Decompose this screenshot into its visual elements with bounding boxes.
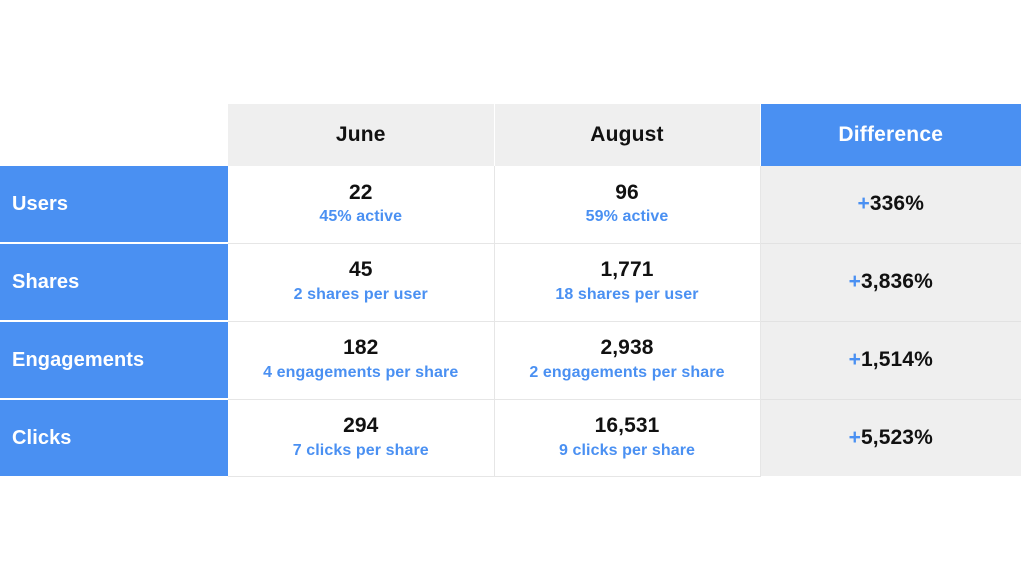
row-header-engagements: Engagements <box>0 321 228 400</box>
metric-subtext: 59% active <box>585 208 669 226</box>
metric-subtext: 45% active <box>319 208 403 226</box>
difference-number: 3,836% <box>861 270 933 293</box>
metric-value: 294 <box>343 413 379 437</box>
column-header-june: June <box>228 104 495 166</box>
metric-value: 45 <box>348 258 373 282</box>
column-header-difference: Difference <box>760 104 1021 166</box>
table-row: Users 22 45% active 96 59% active +336% <box>0 166 1021 244</box>
difference-value: +5,523% <box>849 426 933 449</box>
row-header-shares: Shares <box>0 243 228 322</box>
row-header-users: Users <box>0 166 228 244</box>
cell-users-august: 96 59% active <box>494 166 761 244</box>
difference-sign: + <box>848 270 862 293</box>
table-header-row: June August Difference <box>0 104 1021 166</box>
difference-sign: + <box>857 192 870 216</box>
metric-subtext: 2 engagements per share <box>529 364 725 382</box>
cell-clicks-difference: +5,523% <box>760 399 1021 476</box>
metric-value: 22 <box>348 180 373 204</box>
table-corner-cell <box>0 104 228 166</box>
difference-sign: + <box>848 348 862 371</box>
metric-subtext: 7 clicks per share <box>292 441 429 459</box>
slide-canvas: June August Difference Users 22 45% acti… <box>0 0 1024 575</box>
table-body: Users 22 45% active 96 59% active +336% … <box>0 166 1021 477</box>
cell-clicks-june: 294 7 clicks per share <box>228 399 495 477</box>
cell-clicks-august: 16,531 9 clicks per share <box>494 399 761 477</box>
table-row: Clicks 294 7 clicks per share 16,531 9 c… <box>0 399 1021 477</box>
cell-engagements-august: 2,938 2 engagements per share <box>494 321 761 400</box>
table-row: Shares 45 2 shares per user 1,771 18 sha… <box>0 243 1021 322</box>
metric-value: 1,771 <box>600 258 654 282</box>
difference-value: +3,836% <box>849 270 933 293</box>
difference-number: 1,514% <box>861 348 933 371</box>
column-header-august: August <box>494 104 761 166</box>
difference-sign: + <box>848 425 862 449</box>
cell-shares-difference: +3,836% <box>760 243 1021 322</box>
metric-subtext: 4 engagements per share <box>263 364 459 382</box>
table-header: June August Difference <box>0 104 1021 166</box>
difference-value: +336% <box>858 192 925 215</box>
metric-value: 2,938 <box>600 336 654 360</box>
metric-value: 16,531 <box>594 413 660 437</box>
cell-engagements-june: 182 4 engagements per share <box>228 321 495 400</box>
cell-users-difference: +336% <box>760 166 1021 244</box>
cell-engagements-difference: +1,514% <box>760 321 1021 400</box>
row-header-clicks: Clicks <box>0 399 228 476</box>
metrics-comparison-table: June August Difference Users 22 45% acti… <box>0 104 1021 477</box>
difference-number: 5,523% <box>861 425 933 449</box>
metric-subtext: 2 shares per user <box>293 286 428 304</box>
difference-number: 336% <box>869 192 924 216</box>
table-row: Engagements 182 4 engagements per share … <box>0 321 1021 400</box>
metric-subtext: 18 shares per user <box>555 286 699 304</box>
metric-value: 182 <box>343 336 379 360</box>
cell-shares-june: 45 2 shares per user <box>228 243 495 322</box>
difference-value: +1,514% <box>849 348 933 371</box>
cell-users-june: 22 45% active <box>228 166 495 244</box>
metric-subtext: 9 clicks per share <box>558 441 696 459</box>
metric-value: 96 <box>615 180 639 204</box>
cell-shares-august: 1,771 18 shares per user <box>494 243 761 322</box>
